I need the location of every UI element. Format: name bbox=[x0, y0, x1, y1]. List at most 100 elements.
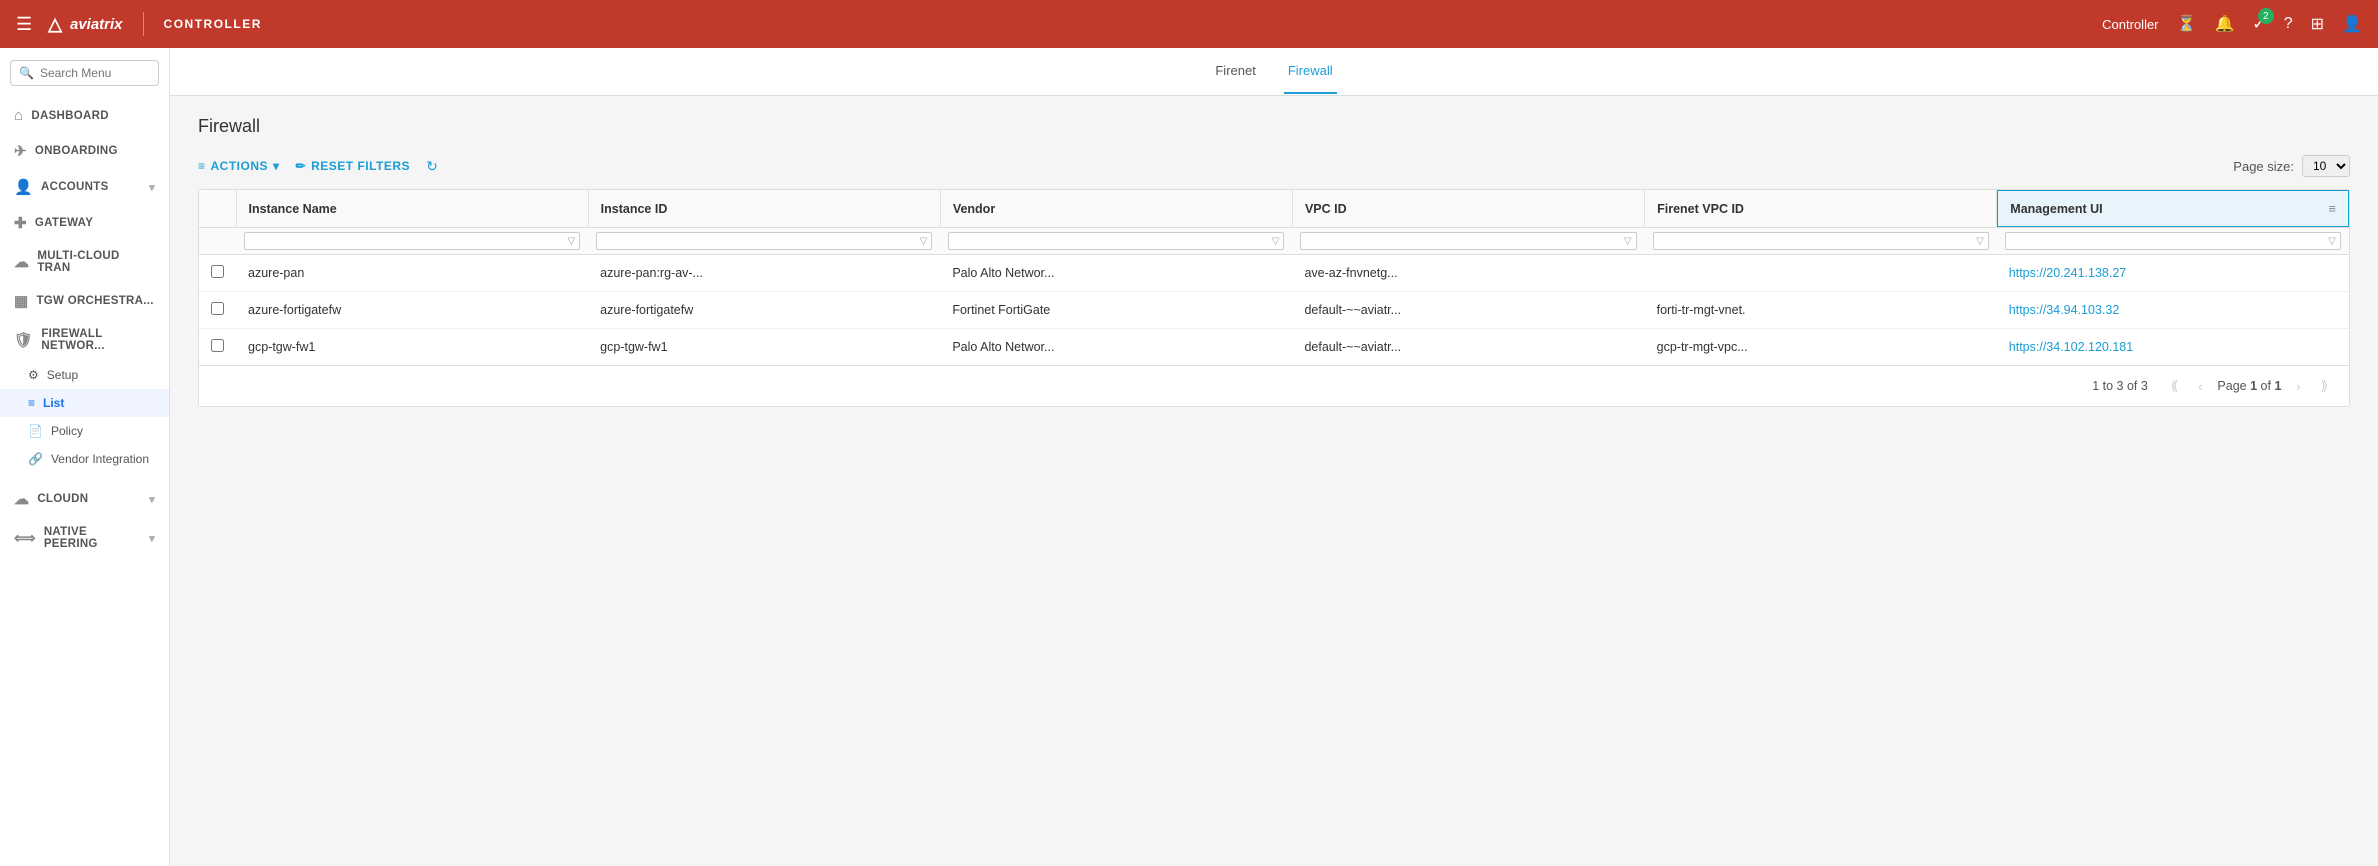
tab-firewall[interactable]: Firewall bbox=[1284, 49, 1337, 94]
prev-page-button[interactable]: ‹ bbox=[2193, 377, 2207, 396]
filter-management-ui: ▽ bbox=[1997, 228, 2349, 255]
tgw-icon: ▦ bbox=[14, 292, 28, 310]
filter-funnel-icon[interactable]: ▽ bbox=[567, 236, 575, 247]
hamburger-icon[interactable]: ☰ bbox=[16, 14, 32, 35]
search-input[interactable] bbox=[40, 66, 150, 80]
pagination-info: 1 to 3 of 3 bbox=[2092, 379, 2148, 393]
page-size-select[interactable]: 10 25 50 bbox=[2302, 155, 2350, 177]
sidebar-subitem-label: Policy bbox=[51, 424, 83, 438]
page-indicator: Page 1 of 1 bbox=[2217, 379, 2281, 393]
reset-icon: ✏ bbox=[296, 159, 307, 173]
sidebar-item-dashboard[interactable]: ⌂ Dashboard bbox=[0, 98, 169, 133]
sidebar-item-label: Firewall Networ... bbox=[41, 328, 155, 352]
gateway-icon: ✚ bbox=[14, 214, 27, 232]
cell-instance-id: azure-pan:rg-av-... bbox=[588, 255, 940, 292]
th-firenet-vpc-id[interactable]: Firenet VPC ID bbox=[1645, 190, 1997, 228]
page-size-control: Page size: 10 25 50 bbox=[2233, 155, 2350, 177]
column-menu-icon[interactable]: ≡ bbox=[2328, 201, 2336, 216]
sidebar-subitem-setup[interactable]: ⚙ Setup bbox=[0, 361, 169, 389]
filter-vpc-id: ▽ bbox=[1292, 228, 1644, 255]
actions-arrow-icon: ▾ bbox=[273, 159, 280, 173]
filter-funnel-icon[interactable]: ▽ bbox=[2328, 236, 2336, 247]
bell-icon[interactable]: 🔔 bbox=[2214, 14, 2234, 34]
sidebar-subitem-vendor[interactable]: 🔗 Vendor Integration bbox=[0, 445, 169, 473]
cell-management-ui: https://34.94.103.32 bbox=[1997, 292, 2349, 329]
sidebar-subitem-label: Setup bbox=[47, 368, 78, 382]
management-ui-link[interactable]: https://34.102.120.181 bbox=[2009, 340, 2133, 354]
sidebar-item-accounts[interactable]: 👤 Accounts bbox=[0, 169, 169, 205]
cell-instance-name: azure-pan bbox=[236, 255, 588, 292]
cell-management-ui: https://20.241.138.27 bbox=[1997, 255, 2349, 292]
page-content: Firewall ≡ Actions ▾ ✏ Reset Filters ↻ P… bbox=[170, 96, 2378, 866]
table-row: azure-pan azure-pan:rg-av-... Palo Alto … bbox=[199, 255, 2349, 292]
actions-button[interactable]: ≡ Actions ▾ bbox=[198, 159, 280, 173]
first-page-button[interactable]: ⟪ bbox=[2166, 376, 2183, 396]
management-ui-link[interactable]: https://34.94.103.32 bbox=[2009, 303, 2120, 317]
cell-management-ui: https://34.102.120.181 bbox=[1997, 329, 2349, 366]
cell-firenet-vpc-id bbox=[1645, 255, 1997, 292]
timer-icon[interactable]: ⏳ bbox=[2177, 14, 2197, 34]
row-checkbox[interactable] bbox=[211, 302, 224, 315]
help-icon[interactable]: ? bbox=[2284, 15, 2293, 33]
filter-funnel-icon[interactable]: ▽ bbox=[1976, 236, 1984, 247]
cell-instance-id: azure-fortigatefw bbox=[588, 292, 940, 329]
sidebar-item-cloudn[interactable]: ☁ CloudN bbox=[0, 481, 169, 517]
next-page-button[interactable]: › bbox=[2291, 377, 2305, 396]
th-vpc-id[interactable]: VPC ID bbox=[1292, 190, 1644, 228]
row-checkbox[interactable] bbox=[211, 265, 224, 278]
filter-vpc-id-input[interactable] bbox=[1305, 235, 1623, 247]
filter-instance-id: ▽ bbox=[588, 228, 940, 255]
filter-funnel-icon[interactable]: ▽ bbox=[920, 236, 928, 247]
cell-instance-id: gcp-tgw-fw1 bbox=[588, 329, 940, 366]
last-page-button[interactable]: ⟫ bbox=[2316, 376, 2333, 396]
th-management-ui[interactable]: Management UI ≡ bbox=[1997, 190, 2349, 227]
cell-vpc-id: default-~~aviatr... bbox=[1292, 292, 1644, 329]
checkmark-icon[interactable]: ✓ 2 bbox=[2252, 14, 2265, 34]
filter-management-ui-input[interactable] bbox=[2010, 235, 2329, 247]
filter-firenet-vpc-id: ▽ bbox=[1645, 228, 1997, 255]
reset-label: Reset Filters bbox=[311, 159, 410, 173]
user-icon[interactable]: 👤 bbox=[2342, 14, 2362, 34]
sidebar-item-multicloud[interactable]: ☁ Multi-Cloud Tran bbox=[0, 241, 169, 283]
sidebar-item-tgw[interactable]: ▦ TGW Orchestra... bbox=[0, 283, 169, 319]
table-body: azure-pan azure-pan:rg-av-... Palo Alto … bbox=[199, 255, 2349, 366]
filter-instance-id-input[interactable] bbox=[601, 235, 919, 247]
vendor-icon: 🔗 bbox=[28, 452, 43, 466]
cell-firenet-vpc-id: forti-tr-mgt-vnet. bbox=[1645, 292, 1997, 329]
onboarding-icon: ✈ bbox=[14, 142, 27, 160]
sidebar-item-gateway[interactable]: ✚ Gateway bbox=[0, 205, 169, 241]
sidebar-item-label: Multi-Cloud Tran bbox=[37, 250, 155, 274]
filter-firenet-vpc-id-input[interactable] bbox=[1658, 235, 1976, 247]
filter-funnel-icon[interactable]: ▽ bbox=[1272, 236, 1280, 247]
filter-instance-name-input[interactable] bbox=[249, 235, 567, 247]
sidebar-subitem-list[interactable]: ≡ List bbox=[0, 389, 169, 417]
sidebar-item-native-peering[interactable]: ⟺ Native Peering bbox=[0, 517, 169, 559]
sidebar-item-label: Accounts bbox=[41, 181, 109, 193]
reset-filters-button[interactable]: ✏ Reset Filters bbox=[296, 159, 411, 173]
row-checkbox[interactable] bbox=[211, 339, 224, 352]
sidebar-item-label: Gateway bbox=[35, 217, 93, 229]
sidebar-item-firewall[interactable]: 🛡 Firewall Networ... bbox=[0, 319, 169, 361]
filter-vendor: ▽ bbox=[940, 228, 1292, 255]
sidebar-subitem-policy[interactable]: 📄 Policy bbox=[0, 417, 169, 445]
notification-badge: 2 bbox=[2258, 8, 2274, 24]
refresh-button[interactable]: ↻ bbox=[426, 158, 438, 175]
search-menu-container[interactable]: 🔍 bbox=[10, 60, 159, 86]
cell-instance-name: gcp-tgw-fw1 bbox=[236, 329, 588, 366]
tab-firenet[interactable]: Firenet bbox=[1211, 49, 1259, 94]
brand-name: aviatrix bbox=[70, 16, 123, 33]
management-ui-link[interactable]: https://20.241.138.27 bbox=[2009, 266, 2126, 280]
sidebar-subitem-label: Vendor Integration bbox=[51, 452, 149, 466]
sidebar-item-onboarding[interactable]: ✈ Onboarding bbox=[0, 133, 169, 169]
filter-funnel-icon[interactable]: ▽ bbox=[1624, 236, 1632, 247]
grid-icon[interactable]: ⊞ bbox=[2311, 14, 2324, 34]
page-title: Firewall bbox=[198, 116, 2350, 137]
page-label: Page bbox=[2217, 379, 2246, 393]
filter-vendor-input[interactable] bbox=[953, 235, 1271, 247]
th-vendor[interactable]: Vendor bbox=[940, 190, 1292, 228]
cell-instance-name: azure-fortigatefw bbox=[236, 292, 588, 329]
th-instance-name[interactable]: Instance Name bbox=[236, 190, 588, 228]
cell-vendor: Palo Alto Networ... bbox=[940, 329, 1292, 366]
th-instance-id[interactable]: Instance ID bbox=[588, 190, 940, 228]
native-peering-icon: ⟺ bbox=[14, 529, 36, 547]
